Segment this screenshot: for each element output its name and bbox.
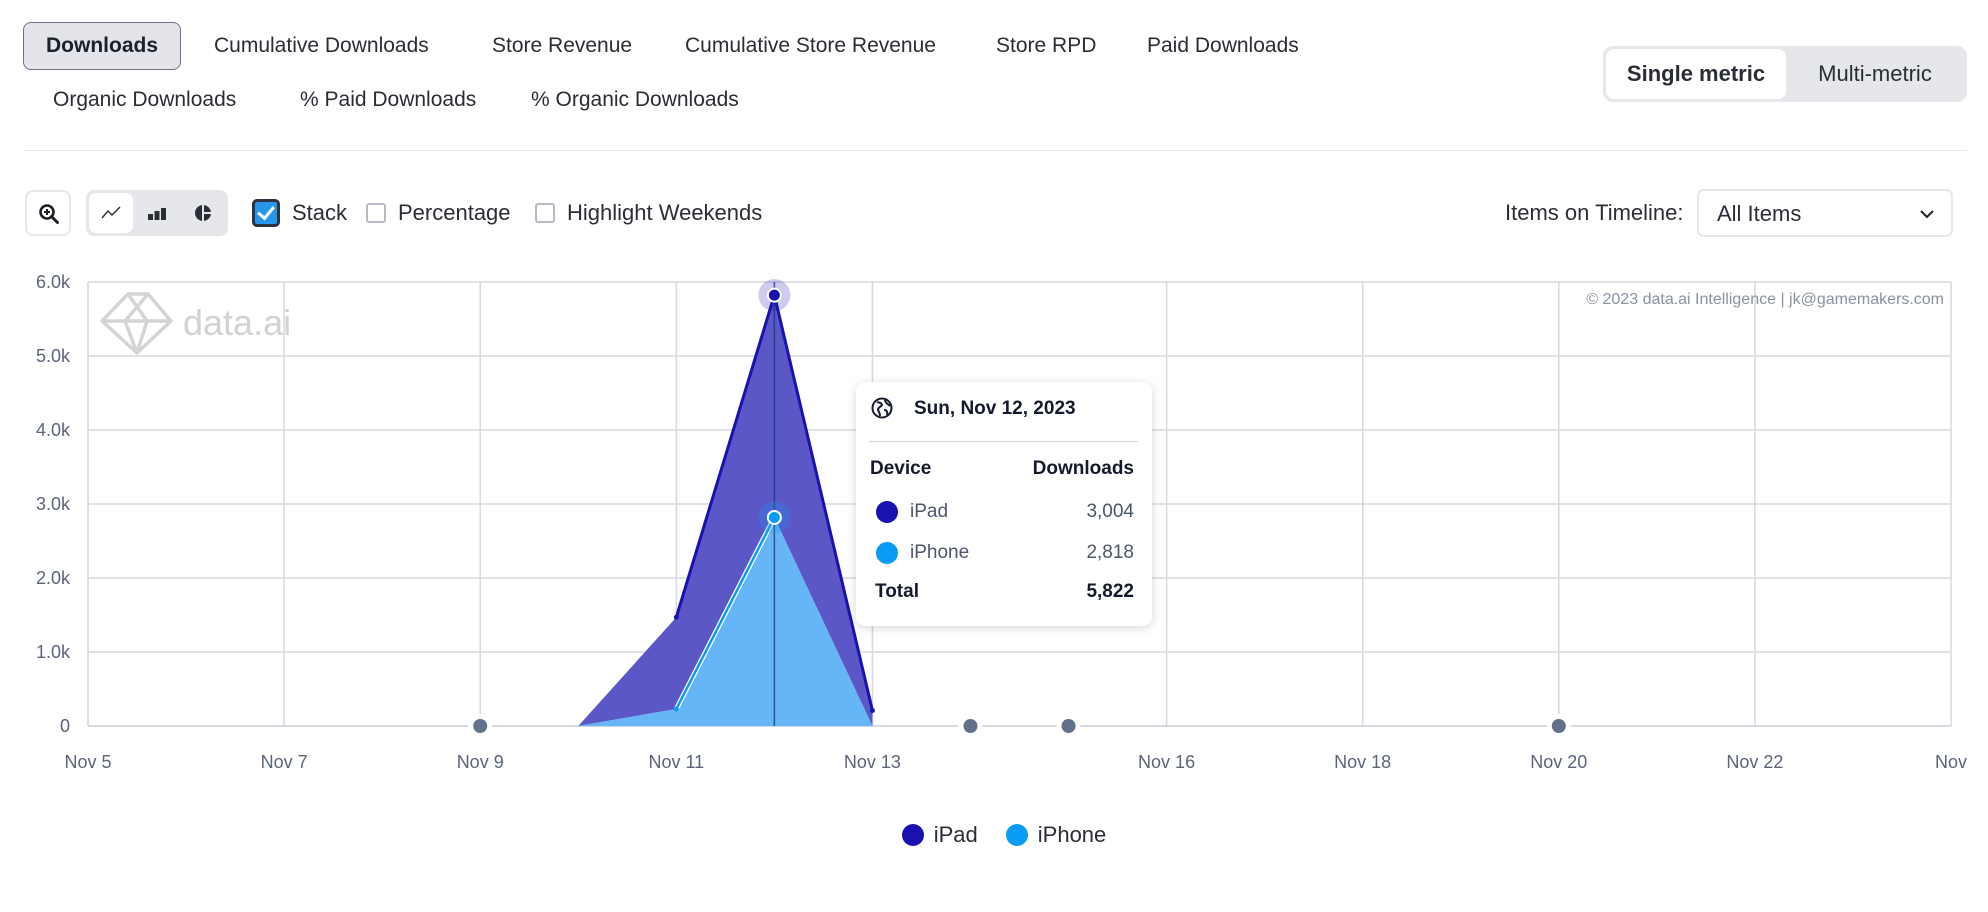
tooltip-device-header: Device xyxy=(870,458,932,479)
globe-icon xyxy=(871,397,893,419)
bar-chart-icon xyxy=(148,208,166,220)
iphone-color-swatch xyxy=(876,542,898,564)
highlight-weekends-label: Highlight Weekends xyxy=(567,200,763,225)
tooltip-date: Sun, Nov 12, 2023 xyxy=(914,398,1076,419)
ipad-hover-point xyxy=(766,287,782,303)
x-tick-label: Nov 13 xyxy=(844,752,901,772)
ipad-legend-swatch xyxy=(901,824,924,846)
legend-item-iphone[interactable]: iPhone xyxy=(1005,822,1107,848)
percentage-label: Percentage xyxy=(398,200,511,225)
empty-data-marker xyxy=(963,719,978,733)
ipad-point xyxy=(673,614,679,620)
y-tick-label: 6.0k xyxy=(36,272,71,292)
watermark-text: data.ai xyxy=(183,302,291,343)
line-chart-icon xyxy=(101,206,121,219)
tooltip-device-name: iPad xyxy=(910,501,949,522)
percentage-checkbox[interactable] xyxy=(366,203,386,223)
y-tick-label: 3.0k xyxy=(36,494,71,514)
zoom-button[interactable] xyxy=(25,190,71,236)
line-chart-button[interactable] xyxy=(89,193,133,233)
empty-data-marker xyxy=(1551,719,1566,733)
x-tick-label: Nov 20 xyxy=(1530,752,1587,772)
x-tick-label: Nov 7 xyxy=(261,752,308,772)
y-tick-label: 0 xyxy=(60,716,70,736)
tab-store-revenue[interactable]: Store Revenue xyxy=(469,22,655,70)
percentage-toggle[interactable]: Percentage xyxy=(366,198,511,228)
tab-percent-organic-downloads[interactable]: % Organic Downloads xyxy=(508,76,762,124)
chart-tooltip: Sun, Nov 12, 2023 Device Downloads iPad … xyxy=(856,382,1152,626)
tooltip-total-label: Total xyxy=(875,581,919,602)
single-metric-button[interactable]: Single metric xyxy=(1606,49,1786,99)
items-select-value: All Items xyxy=(1717,201,1802,226)
ipad-point xyxy=(869,707,875,713)
stack-toggle[interactable]: Stack xyxy=(252,198,347,228)
tooltip-row-iphone: iPhone 2,818 xyxy=(856,539,1152,569)
metric-mode-toggle: Single metric Multi-metric xyxy=(1603,46,1967,102)
watermark: data.ai xyxy=(100,292,291,355)
tab-percent-paid-downloads[interactable]: % Paid Downloads xyxy=(277,76,499,124)
tab-organic-downloads[interactable]: Organic Downloads xyxy=(30,76,259,124)
tooltip-device-value: 2,818 xyxy=(1086,542,1134,563)
x-tick-label: Nov xyxy=(1935,752,1967,772)
tab-cumulative-store-revenue[interactable]: Cumulative Store Revenue xyxy=(662,22,959,70)
tooltip-device-value: 3,004 xyxy=(1086,501,1134,522)
y-axis: 0 1.0k 2.0k 3.0k 4.0k 5.0k 6.0k xyxy=(36,272,71,736)
items-on-timeline-label: Items on Timeline: xyxy=(1505,200,1684,225)
legend-label: iPad xyxy=(933,822,978,847)
ipad-color-swatch xyxy=(876,501,898,523)
x-tick-label: Nov 16 xyxy=(1138,752,1195,772)
y-tick-label: 5.0k xyxy=(36,346,71,366)
y-tick-label: 1.0k xyxy=(36,642,71,662)
iphone-point xyxy=(673,706,679,712)
stack-checkbox[interactable] xyxy=(252,199,280,227)
tab-paid-downloads[interactable]: Paid Downloads xyxy=(1124,22,1322,70)
chart-legend: iPad iPhone xyxy=(0,822,1988,848)
tooltip-row-ipad: iPad 3,004 xyxy=(856,498,1152,528)
legend-label: iPhone xyxy=(1037,822,1107,847)
iphone-legend-swatch xyxy=(1005,824,1028,846)
divider xyxy=(23,150,1967,151)
highlight-weekends-toggle[interactable]: Highlight Weekends xyxy=(535,198,762,228)
empty-data-marker xyxy=(1061,719,1076,733)
tab-store-rpd[interactable]: Store RPD xyxy=(973,22,1119,70)
chevron-down-icon xyxy=(1920,210,1934,219)
y-tick-label: 4.0k xyxy=(36,420,71,440)
zoom-in-icon xyxy=(39,204,59,224)
x-axis: Nov 5 Nov 7 Nov 9 Nov 11 Nov 13 Nov 16 Nov 18 N… xyxy=(64,752,1967,772)
tooltip-total-value: 5,822 xyxy=(1086,581,1134,602)
tooltip-downloads-header: Downloads xyxy=(1032,458,1134,479)
items-on-timeline-select[interactable]: All Items xyxy=(1697,189,1953,237)
bar-chart-button[interactable] xyxy=(135,193,179,233)
pie-chart-icon xyxy=(195,204,212,222)
tab-cumulative-downloads[interactable]: Cumulative Downloads xyxy=(191,22,452,70)
empty-data-marker xyxy=(473,719,488,733)
x-tick-label: Nov 11 xyxy=(648,752,704,772)
highlight-weekends-checkbox[interactable] xyxy=(535,203,555,223)
x-tick-label: Nov 9 xyxy=(457,752,504,772)
x-tick-label: Nov 22 xyxy=(1726,752,1783,772)
tooltip-device-name: iPhone xyxy=(910,542,970,563)
iphone-hover-point xyxy=(766,509,782,525)
multi-metric-button[interactable]: Multi-metric xyxy=(1786,49,1964,99)
x-tick-label: Nov 5 xyxy=(64,752,111,772)
tooltip-divider xyxy=(869,441,1138,442)
tab-downloads[interactable]: Downloads xyxy=(23,22,182,70)
legend-item-ipad[interactable]: iPad xyxy=(901,822,978,848)
pie-chart-button[interactable] xyxy=(181,193,225,233)
copyright-text: © 2023 data.ai Intelligence | jk@gamemak… xyxy=(1586,291,1944,308)
data-ai-logo-icon xyxy=(100,292,173,355)
stack-label: Stack xyxy=(292,200,348,225)
chart-type-group xyxy=(86,190,228,236)
x-tick-label: Nov 18 xyxy=(1334,752,1391,772)
chart-areas xyxy=(578,295,873,726)
y-tick-label: 2.0k xyxy=(36,568,71,588)
